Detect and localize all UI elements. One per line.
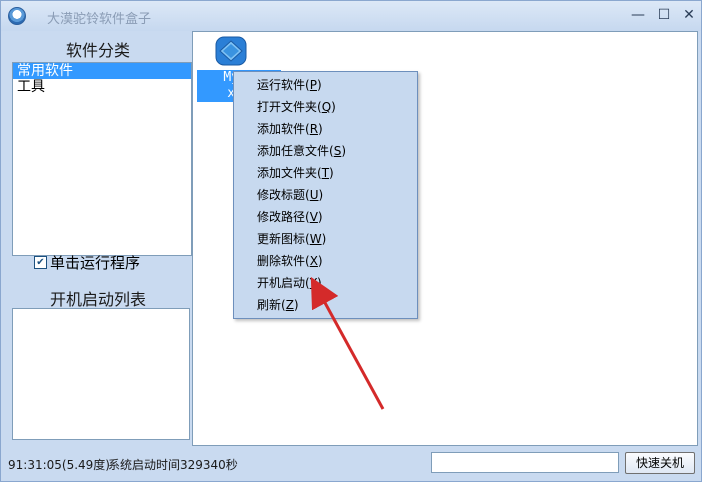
status-bar: 91:31:05(5.49度) 系统启动时间329340秒 快速关机 [1, 446, 701, 481]
single-click-label: 单击运行程序 [50, 254, 141, 272]
startup-list[interactable] [12, 308, 190, 440]
menu-item-edit-path[interactable]: 修改路径(V) [234, 206, 417, 228]
category-list[interactable]: 常用软件 工具 [12, 62, 192, 256]
menu-item-delete[interactable]: 删除软件(X) [234, 250, 417, 272]
category-title: 软件分类 [65, 41, 130, 60]
single-click-option[interactable]: ✔ 单击运行程序 [34, 252, 140, 273]
menu-item-edit-title[interactable]: 修改标题(U) [234, 184, 417, 206]
single-click-checkbox[interactable]: ✔ [34, 256, 47, 269]
menu-item-add-software[interactable]: 添加软件(R) [234, 118, 417, 140]
menu-item-add-folder[interactable]: 添加文件夹(T) [234, 162, 417, 184]
left-panel: 软件分类 常用软件 工具 ✔ 单击运行程序 开机启动列表 [6, 32, 192, 444]
window-title: 大漠驼铃软件盒子 [47, 12, 152, 27]
minimize-button[interactable]: — [630, 7, 646, 23]
category-item-common[interactable]: 常用软件 [13, 63, 191, 79]
menu-item-open-folder[interactable]: 打开文件夹(Q) [234, 96, 417, 118]
menu-item-startup[interactable]: 开机启动(Y) [234, 272, 417, 294]
menu-item-update-icon[interactable]: 更新图标(W) [234, 228, 417, 250]
quick-shutdown-button[interactable]: 快速关机 [625, 452, 695, 474]
close-button[interactable]: ✕ [681, 7, 697, 23]
menu-item-run[interactable]: 运行软件(P) [234, 74, 417, 96]
status-input[interactable] [431, 452, 619, 473]
maximize-button[interactable]: ☐ [656, 7, 672, 23]
context-menu: 运行软件(P) 打开文件夹(Q) 添加软件(R) 添加任意文件(S) 添加文件夹… [233, 71, 418, 319]
menu-item-refresh[interactable]: 刷新(Z) [234, 294, 417, 316]
blue-diamond-icon[interactable] [214, 35, 248, 67]
app-logo-icon [8, 7, 26, 25]
category-item-tools[interactable]: 工具 [13, 79, 191, 95]
app-window: 大漠驼铃软件盒子 — ☐ ✕ 软件分类 常用软件 工具 ✔ 单击运行程序 开机启… [0, 0, 702, 482]
startup-list-title: 开机启动列表 [49, 290, 146, 309]
status-uptime: 系统启动时间329340秒 [108, 458, 238, 472]
menu-item-add-any-file[interactable]: 添加任意文件(S) [234, 140, 417, 162]
status-time: 91:31:05(5.49度) [8, 458, 110, 472]
title-bar[interactable]: 大漠驼铃软件盒子 — ☐ ✕ [1, 1, 701, 31]
